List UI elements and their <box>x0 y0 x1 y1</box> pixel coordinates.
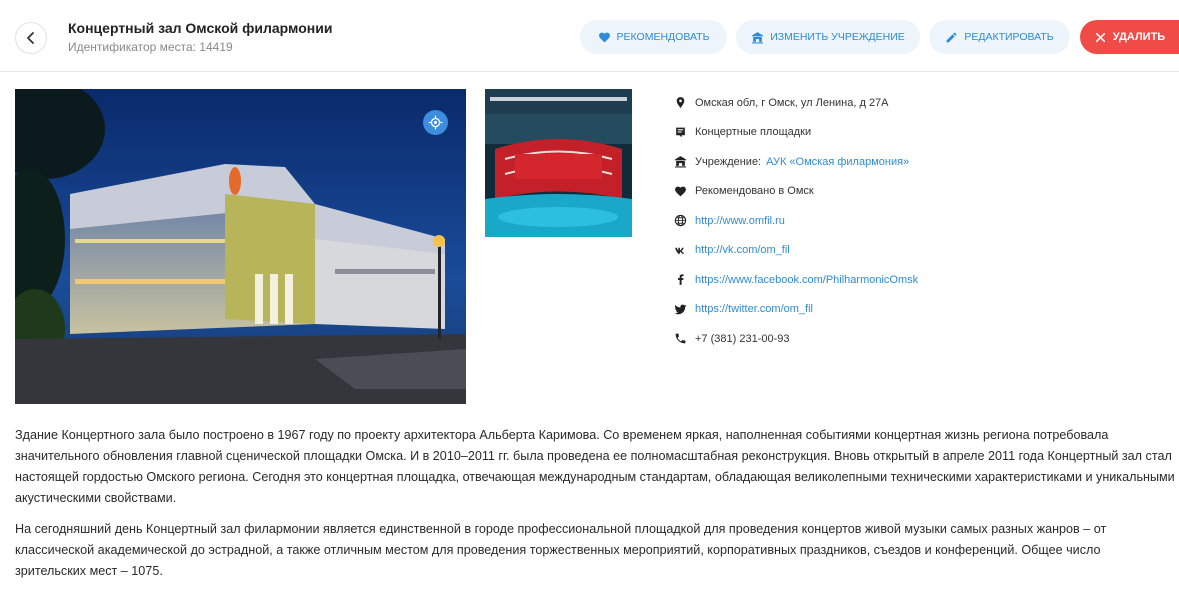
hall-thumbnail[interactable] <box>485 89 632 237</box>
twitter-row: https://twitter.com/om_fil <box>674 295 1174 325</box>
facebook-icon <box>674 273 687 286</box>
twitter-icon <box>674 303 687 316</box>
description-paragraph: Здание Концертного зала было построено в… <box>15 428 1175 505</box>
map-marker-icon <box>674 96 687 109</box>
edit-button[interactable]: РЕДАКТИРОВАТЬ <box>929 20 1070 54</box>
chevron-left-icon <box>27 32 34 44</box>
institution-icon <box>674 155 687 168</box>
institution-icon <box>752 31 764 43</box>
heart-icon <box>598 32 610 42</box>
vk-row: http://vk.com/om_fil <box>674 236 1174 266</box>
recommended-text: Рекомендовано в Омск <box>695 185 814 198</box>
vk-icon <box>674 244 687 257</box>
category-text: Концертные площадки <box>695 126 812 139</box>
institution-label: Учреждение: <box>695 155 762 168</box>
facebook-link[interactable]: https://www.facebook.com/PhilharmonicOms… <box>695 274 918 286</box>
address-row: Омская обл, г Омск, ул Ленина, д 27А <box>674 88 1174 118</box>
pencil-icon <box>946 32 957 42</box>
recommended-row: Рекомендовано в Омск <box>674 177 1174 207</box>
phone-icon <box>674 332 687 345</box>
main-photo[interactable] <box>15 89 466 404</box>
globe-icon <box>674 214 687 227</box>
category-icon <box>674 126 687 139</box>
edit-label: РЕДАКТИРОВАТЬ <box>964 31 1054 43</box>
description-paragraph: На сегодняшний день Концертный зал филар… <box>15 522 1107 578</box>
phone-text: +7 (381) 231-00-93 <box>695 332 790 345</box>
page-header: Концертный зал Омской филармонии Идентиф… <box>0 0 1179 72</box>
phone-row: +7 (381) 231-00-93 <box>674 324 1174 354</box>
crosshair-icon[interactable] <box>423 110 448 135</box>
delete-label: УДАЛИТЬ <box>1112 31 1166 43</box>
recommend-label: РЕКОМЕНДОВАТЬ <box>616 31 710 43</box>
place-info-list: Омская обл, г Омск, ул Ленина, д 27А Кон… <box>674 88 1174 354</box>
twitter-link[interactable]: https://twitter.com/om_fil <box>695 303 813 315</box>
website-link[interactable]: http://www.omfil.ru <box>695 215 785 227</box>
delete-button[interactable]: УДАЛИТЬ <box>1080 20 1179 54</box>
change-institution-label: ИЗМЕНИТЬ УЧРЕЖДЕНИЕ <box>770 31 905 43</box>
website-row: http://www.omfil.ru <box>674 206 1174 236</box>
place-id: Идентификатор места: 14419 <box>68 40 233 54</box>
facebook-row: https://www.facebook.com/PhilharmonicOms… <box>674 265 1174 295</box>
close-icon <box>1095 32 1105 42</box>
heart-icon <box>674 185 687 198</box>
place-description: Здание Концертного зала было построено в… <box>15 425 1175 592</box>
institution-link[interactable]: АУК «Омская филармония» <box>766 156 909 168</box>
back-button[interactable] <box>15 22 47 54</box>
vk-link[interactable]: http://vk.com/om_fil <box>695 244 790 256</box>
concert-hall-image <box>485 89 632 237</box>
page-title: Концертный зал Омской филармонии <box>68 20 333 36</box>
recommend-button[interactable]: РЕКОМЕНДОВАТЬ <box>580 20 727 54</box>
change-institution-button[interactable]: ИЗМЕНИТЬ УЧРЕЖДЕНИЕ <box>736 20 920 54</box>
building-photo-image <box>15 89 466 404</box>
category-row: Концертные площадки <box>674 118 1174 148</box>
address-text: Омская обл, г Омск, ул Ленина, д 27А <box>695 96 889 109</box>
institution-row: Учреждение: АУК «Омская филармония» <box>674 147 1174 177</box>
